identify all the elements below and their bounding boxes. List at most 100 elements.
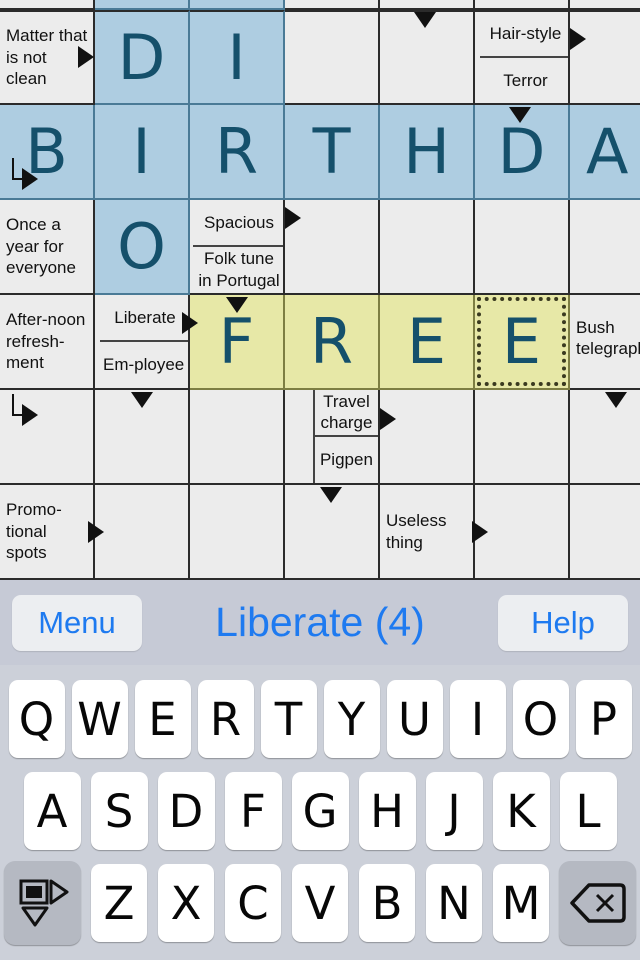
grid-cell-r4c1[interactable]: After-noon refresh-ment bbox=[0, 295, 95, 390]
grid-cell-r2c3[interactable]: R bbox=[190, 105, 285, 200]
grid-cell-r4c4[interactable]: R bbox=[285, 295, 380, 390]
grid-cell-r2c7[interactable]: A bbox=[570, 105, 640, 200]
key-K[interactable]: K bbox=[492, 772, 550, 850]
key-J[interactable]: J bbox=[425, 772, 483, 850]
key-P[interactable]: P bbox=[575, 680, 632, 758]
grid-cell-r3c7[interactable] bbox=[570, 200, 640, 295]
key-M[interactable]: M bbox=[493, 864, 549, 942]
clue-afternoon-refreshment: After-noon refresh-ment bbox=[0, 295, 93, 388]
clue-liberate: Liberate bbox=[100, 295, 188, 342]
grid-cell-r4c5[interactable]: E bbox=[380, 295, 475, 390]
key-Y[interactable]: Y bbox=[323, 680, 380, 758]
grid-cell-r6c6[interactable] bbox=[475, 485, 570, 580]
key-F[interactable]: F bbox=[224, 772, 282, 850]
key-V[interactable]: V bbox=[292, 864, 348, 942]
clue-bush-telegraph: Bush telegraph bbox=[570, 295, 640, 388]
letter-r2c3: R bbox=[214, 114, 259, 188]
grid-cell-r0c4[interactable] bbox=[285, 0, 380, 10]
grid-cell-r5c6[interactable] bbox=[475, 390, 570, 485]
grid-cell-r1c3[interactable]: I bbox=[190, 10, 285, 105]
arrow-down-icon-bush-telegraph bbox=[605, 392, 627, 408]
grid-cell-r5c5[interactable] bbox=[380, 390, 475, 485]
arrow-right-icon-liberate bbox=[182, 312, 198, 334]
letter-r2c2: I bbox=[132, 114, 151, 188]
grid-cell-r5c1[interactable] bbox=[0, 390, 95, 485]
grid-cell-r3c2[interactable]: O bbox=[95, 200, 190, 295]
grid-cell-r6c2[interactable] bbox=[95, 485, 190, 580]
grid-cell-r4c2[interactable]: Liberate Em-ployee bbox=[95, 295, 190, 390]
grid-cell-r5c4[interactable]: Travel charge Pigpen bbox=[285, 390, 380, 485]
grid-cell-r0c6[interactable] bbox=[475, 0, 570, 10]
grid-cell-r5c3[interactable] bbox=[190, 390, 285, 485]
grid-cell-r0c3[interactable] bbox=[190, 0, 285, 10]
grid-cell-r6c5[interactable]: Useless thing bbox=[380, 485, 475, 580]
keyboard-row-3-letters: Z X C V B N M bbox=[91, 864, 549, 942]
grid-cell-r4c7[interactable]: Bush telegraph bbox=[570, 295, 640, 390]
key-R[interactable]: R bbox=[197, 680, 254, 758]
clue-folk-tune: Folk tune in Portugal bbox=[193, 246, 283, 293]
key-G[interactable]: G bbox=[291, 772, 349, 850]
key-A[interactable]: A bbox=[23, 772, 81, 850]
direction-toggle-key[interactable] bbox=[4, 861, 81, 945]
menu-button[interactable]: Menu bbox=[12, 594, 142, 651]
letter-r4c4: R bbox=[309, 304, 354, 378]
key-L[interactable]: L bbox=[559, 772, 617, 850]
key-Q[interactable]: Q bbox=[8, 680, 65, 758]
grid-cell-r6c7[interactable] bbox=[570, 485, 640, 580]
direction-toggle-icon bbox=[19, 879, 68, 927]
grid-cell-r3c6[interactable] bbox=[475, 200, 570, 295]
on-screen-keyboard: Q W E R T Y U I O P A S D F G H J K L Z bbox=[0, 665, 640, 960]
letter-r2c1: B bbox=[25, 114, 68, 188]
grid-cell-r1c6[interactable]: Hair-style Terror bbox=[475, 10, 570, 105]
clue-hair-style: Hair-style bbox=[480, 12, 568, 58]
key-C[interactable]: C bbox=[225, 864, 281, 942]
key-U[interactable]: U bbox=[386, 680, 443, 758]
crossword-grid[interactable]: Matter that is not clean D I Hair-style … bbox=[0, 0, 640, 580]
grid-cell-r2c2[interactable]: I bbox=[95, 105, 190, 200]
puzzle-toolbar: Menu Liberate (4) Help bbox=[0, 580, 640, 665]
grid-cell-r6c1[interactable]: Promo-tional spots bbox=[0, 485, 95, 580]
backspace-key[interactable] bbox=[559, 861, 636, 945]
arrow-down-icon-pigpen bbox=[320, 487, 342, 503]
letter-r1c3: I bbox=[227, 20, 246, 94]
clue-spacious: Spacious bbox=[193, 200, 283, 247]
grid-cell-r1c2[interactable]: D bbox=[95, 10, 190, 105]
grid-cell-r0c7[interactable] bbox=[570, 0, 640, 10]
key-H[interactable]: H bbox=[358, 772, 416, 850]
grid-cell-r0c2[interactable] bbox=[95, 0, 190, 10]
key-D[interactable]: D bbox=[157, 772, 215, 850]
key-O[interactable]: O bbox=[512, 680, 569, 758]
clue-promotional-spots: Promo-tional spots bbox=[0, 485, 93, 578]
letter-r2c7: A bbox=[586, 114, 629, 188]
grid-cell-r1c4[interactable] bbox=[285, 10, 380, 105]
key-W[interactable]: W bbox=[71, 680, 128, 758]
key-Z[interactable]: Z bbox=[91, 864, 147, 942]
key-S[interactable]: S bbox=[90, 772, 148, 850]
grid-cell-r2c4[interactable]: T bbox=[285, 105, 380, 200]
grid-cell-r2c1[interactable]: B bbox=[0, 105, 95, 200]
grid-cell-r0c5[interactable] bbox=[380, 0, 475, 10]
key-I[interactable]: I bbox=[449, 680, 506, 758]
keyboard-row-1: Q W E R T Y U I O P bbox=[0, 673, 640, 765]
grid-cell-r3c5[interactable] bbox=[380, 200, 475, 295]
grid-cell-r2c5[interactable]: H bbox=[380, 105, 475, 200]
grid-cell-r4c6[interactable]: E bbox=[475, 295, 570, 390]
grid-cell-r1c7[interactable] bbox=[570, 10, 640, 105]
arrow-down-icon-folk-tune bbox=[226, 297, 248, 313]
grid-cell-r6c3[interactable] bbox=[190, 485, 285, 580]
arrow-right-icon-r1c1 bbox=[78, 46, 94, 68]
backspace-icon bbox=[569, 883, 626, 923]
key-T[interactable]: T bbox=[260, 680, 317, 758]
key-E[interactable]: E bbox=[134, 680, 191, 758]
key-X[interactable]: X bbox=[158, 864, 214, 942]
grid-cell-r0c1[interactable] bbox=[0, 0, 95, 10]
clue-pigpen: Pigpen bbox=[312, 436, 378, 483]
grid-cell-r3c1[interactable]: Once a year for everyone bbox=[0, 200, 95, 295]
help-button[interactable]: Help bbox=[497, 594, 628, 651]
clue-useless-thing: Useless thing bbox=[380, 485, 473, 578]
letter-r2c5: H bbox=[403, 114, 450, 188]
key-B[interactable]: B bbox=[359, 864, 415, 942]
letter-r4c6: E bbox=[501, 304, 542, 378]
key-N[interactable]: N bbox=[426, 864, 482, 942]
grid-cell-r3c3[interactable]: Spacious Folk tune in Portugal bbox=[190, 200, 285, 295]
